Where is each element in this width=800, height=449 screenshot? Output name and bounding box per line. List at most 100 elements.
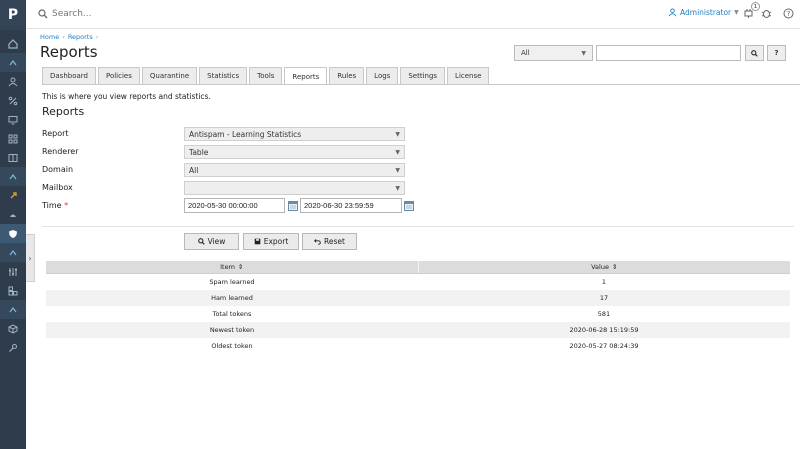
user-icon[interactable] xyxy=(0,72,26,91)
filter-search-button[interactable] xyxy=(745,45,764,61)
tab-quarantine[interactable]: Quarantine xyxy=(141,67,198,84)
search-input[interactable] xyxy=(52,7,352,21)
breadcrumb: Home › Reports › xyxy=(40,33,98,41)
cell-item: Total tokens xyxy=(212,310,252,318)
table-row: Ham learned 17 xyxy=(46,290,790,306)
calendar-icon[interactable] xyxy=(288,200,298,211)
tab-license[interactable]: License xyxy=(447,67,490,84)
chevron-up-icon[interactable] xyxy=(0,243,26,262)
time-from-input[interactable] xyxy=(184,198,285,213)
sliders-icon[interactable] xyxy=(0,262,26,281)
cell-value: 2020-05-27 08:24:39 xyxy=(569,342,639,350)
section-title: Reports xyxy=(42,105,85,118)
page-title: Reports xyxy=(40,43,98,61)
rocket-icon[interactable] xyxy=(0,186,26,205)
grid-icon[interactable] xyxy=(0,129,26,148)
chevron-down-icon: ▼ xyxy=(581,49,586,57)
key-icon[interactable] xyxy=(0,338,26,357)
sidebar-expand-toggle[interactable]: › xyxy=(26,234,35,282)
box-icon[interactable] xyxy=(0,319,26,338)
table-header: Item ⇕ Value ⇕ xyxy=(46,261,790,274)
sort-icon: ⇕ xyxy=(237,263,244,271)
help-icon[interactable]: ? xyxy=(783,8,794,19)
reset-button-label: Reset xyxy=(324,237,345,246)
topbar: Administrator ▼ 1 ? xyxy=(26,0,800,29)
save-icon xyxy=(254,238,261,245)
time-to-input[interactable] xyxy=(300,198,402,213)
filter-search-input[interactable] xyxy=(596,45,741,61)
tab-settings[interactable]: Settings xyxy=(400,67,446,84)
search-icon xyxy=(197,238,205,245)
results-table: Item ⇕ Value ⇕ Spam learned 1 Ham learne… xyxy=(46,261,790,354)
tab-rules[interactable]: Rules xyxy=(329,67,365,84)
column-header-item[interactable]: Item ⇕ xyxy=(46,261,419,273)
notification-badge: 1 xyxy=(751,2,760,11)
apps-icon[interactable] xyxy=(0,281,26,300)
monitor-icon[interactable] xyxy=(0,110,26,129)
cloud-icon[interactable] xyxy=(0,205,26,224)
report-select[interactable]: Antispam - Learning Statistics ▼ xyxy=(184,127,405,141)
cell-item: Newest token xyxy=(209,326,255,334)
chevron-down-icon: ▼ xyxy=(395,148,400,156)
bug-icon[interactable] xyxy=(761,8,772,19)
tab-underline xyxy=(42,84,800,85)
chevron-down-icon: ▼ xyxy=(395,184,400,192)
tab-tools[interactable]: Tools xyxy=(249,67,283,84)
breadcrumb-separator: › xyxy=(62,33,65,41)
form-divider xyxy=(42,226,794,227)
filter-select[interactable]: All ▼ xyxy=(514,45,593,61)
chevron-down-icon: ▼ xyxy=(395,166,400,174)
filter-select-value: All xyxy=(521,49,530,57)
cell-item: Spam learned xyxy=(209,278,255,286)
column-header-label: Item xyxy=(220,263,235,271)
tab-policies[interactable]: Policies xyxy=(97,67,140,84)
cell-item: Oldest token xyxy=(211,342,253,350)
chevron-up-icon[interactable] xyxy=(0,53,26,72)
renderer-label: Renderer xyxy=(42,147,79,156)
cell-value: 581 xyxy=(597,310,611,318)
logo[interactable]: P xyxy=(0,0,26,30)
tab-dashboard[interactable]: Dashboard xyxy=(42,67,96,84)
sidebar: P xyxy=(0,0,26,449)
tab-bar: Dashboard Policies Quarantine Statistics… xyxy=(42,67,490,85)
percent-icon[interactable] xyxy=(0,91,26,110)
breadcrumb-home[interactable]: Home xyxy=(40,33,59,41)
chevron-right-icon: › xyxy=(28,253,32,263)
chevron-up-icon[interactable] xyxy=(0,300,26,319)
help-button[interactable]: ? xyxy=(767,45,786,61)
table-row: Oldest token 2020-05-27 08:24:39 xyxy=(46,338,790,354)
book-icon[interactable] xyxy=(0,148,26,167)
table-row: Spam learned 1 xyxy=(46,274,790,290)
renderer-select[interactable]: Table ▼ xyxy=(184,145,405,159)
time-label: Time * xyxy=(42,201,68,210)
mailbox-select[interactable]: ▼ xyxy=(184,181,405,195)
cell-value: 1 xyxy=(601,278,607,286)
undo-icon xyxy=(314,239,321,245)
time-label-text: Time xyxy=(42,201,62,210)
table-row: Newest token 2020-06-28 15:19:59 xyxy=(46,322,790,338)
view-button[interactable]: View xyxy=(184,233,239,250)
renderer-select-value: Table xyxy=(189,147,209,157)
calendar-icon[interactable] xyxy=(404,200,414,211)
shield-icon[interactable] xyxy=(0,224,26,243)
reset-button[interactable]: Reset xyxy=(302,233,357,250)
search-icon xyxy=(38,9,48,19)
user-menu[interactable]: Administrator ▼ xyxy=(668,8,739,17)
tab-reports[interactable]: Reports xyxy=(284,67,328,85)
tab-logs[interactable]: Logs xyxy=(366,67,399,84)
tab-statistics[interactable]: Statistics xyxy=(199,67,248,84)
table-row: Total tokens 581 xyxy=(46,306,790,322)
report-label: Report xyxy=(42,129,69,138)
domain-select[interactable]: All ▼ xyxy=(184,163,405,177)
search-icon xyxy=(751,49,758,57)
intro-text: This is where you view reports and stati… xyxy=(42,92,211,101)
sort-icon: ⇕ xyxy=(611,263,618,271)
dashboard-icon[interactable] xyxy=(0,34,26,53)
cell-value: 17 xyxy=(599,294,609,302)
user-icon xyxy=(668,8,677,17)
breadcrumb-reports[interactable]: Reports xyxy=(68,33,93,41)
chevron-down-icon: ▼ xyxy=(395,130,400,138)
export-button[interactable]: Export xyxy=(243,233,299,250)
chevron-up-icon[interactable] xyxy=(0,167,26,186)
column-header-value[interactable]: Value ⇕ xyxy=(419,261,791,273)
